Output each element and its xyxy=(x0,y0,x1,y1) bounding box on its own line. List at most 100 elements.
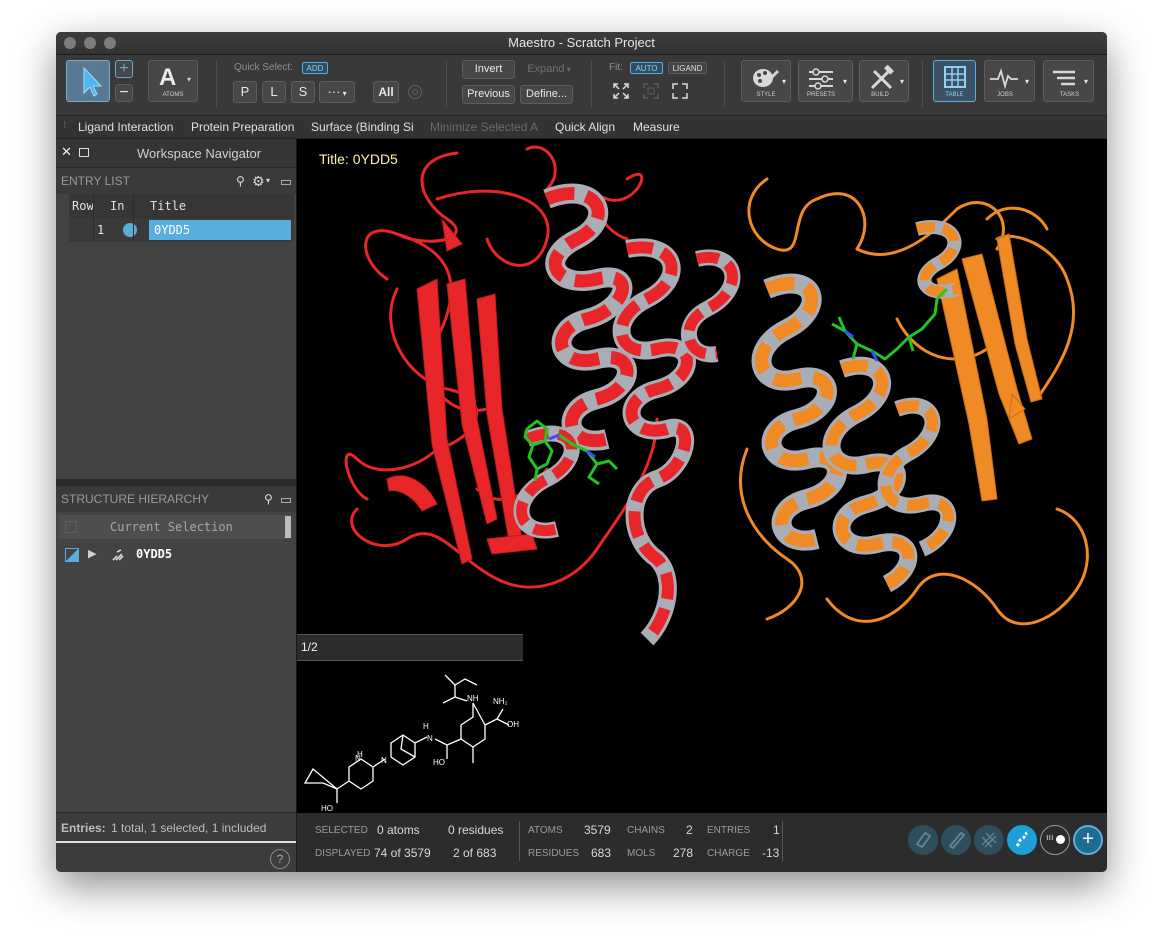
workspace-3d-view[interactable]: Title: 0YDD5 1/2 NH NH₂ OH N H HO N H N … xyxy=(297,139,1107,813)
svg-text:HO: HO xyxy=(433,758,445,767)
mesh-icon xyxy=(981,832,997,848)
quick-select-label: Quick Select: xyxy=(234,62,293,73)
presets-button[interactable]: ▾ PRESETS xyxy=(798,60,853,102)
structure-hierarchy-panel: Current Selection ▶ 0YDD5 xyxy=(56,512,296,812)
collapse-panel-icon[interactable] xyxy=(281,180,291,185)
status-bar: SELECTED 0 atoms 0 residues DISPLAYED 74… xyxy=(297,813,1107,872)
help-button[interactable]: ? xyxy=(270,849,290,869)
in-column-header[interactable]: In xyxy=(110,199,124,213)
minimize-selected-atoms-button[interactable]: Minimize Selected A xyxy=(430,120,538,134)
current-selection-row[interactable]: Current Selection xyxy=(59,515,291,539)
table-row[interactable]: 1 0YDD5 xyxy=(69,218,294,242)
add-selection-button[interactable]: + xyxy=(115,60,133,78)
dropdown-chevron-icon: ▾ xyxy=(843,77,848,86)
search-icon[interactable]: ⚲ xyxy=(264,486,273,512)
expand-label: Expand xyxy=(527,63,565,75)
atoms-value: 3579 xyxy=(584,823,611,837)
expand-triangle-icon[interactable]: ▶ xyxy=(88,547,96,560)
selected-atoms-value: 0 atoms xyxy=(377,823,420,837)
style-button[interactable]: ▾ STYLE xyxy=(741,60,791,102)
invert-selection-button[interactable]: Invert xyxy=(462,60,515,79)
add-representation-button[interactable]: + xyxy=(1073,825,1103,855)
tasks-button[interactable]: ▾ TASKS xyxy=(1043,60,1094,102)
navigator-header: ✕ Workspace Navigator xyxy=(56,139,296,168)
add-mode-toggle[interactable]: ADD xyxy=(302,62,328,74)
ligand-structure-drawing: NH NH₂ OH N H HO N H N HO xyxy=(303,674,519,813)
build-button[interactable]: ▾ BUILD xyxy=(859,60,909,102)
label-tag-button[interactable] xyxy=(908,825,938,855)
quick-select-solvent-button[interactable]: S xyxy=(291,81,315,103)
more-dots-label: ··· xyxy=(327,84,341,99)
build-label: BUILD xyxy=(871,92,889,98)
table-grid-icon xyxy=(944,66,966,88)
svg-text:OH: OH xyxy=(507,720,519,729)
more-options-button[interactable]: ııı xyxy=(1040,825,1070,855)
collapse-panel-icon[interactable] xyxy=(281,498,291,503)
activity-monitor-icon xyxy=(990,68,1018,90)
jobs-button[interactable]: ▾ JOBS xyxy=(984,60,1035,102)
search-icon[interactable]: ⚲ xyxy=(236,168,245,194)
plus-icon: + xyxy=(1082,828,1094,850)
expand-selection-button[interactable]: Expand ▾ xyxy=(520,60,578,79)
ligand-2d-panel[interactable]: 1/2 NH NH₂ OH N H HO N H N HO xyxy=(297,634,523,813)
fit-all-icon[interactable] xyxy=(612,82,630,100)
half-included-icon[interactable] xyxy=(65,548,79,562)
window-title: Maestro - Scratch Project xyxy=(508,35,655,50)
select-tool-button[interactable] xyxy=(66,60,110,102)
atoms-button[interactable]: A ▾ ATOMS xyxy=(148,60,198,102)
fit-auto-toggle[interactable]: AUTO xyxy=(630,62,663,74)
ruler-button[interactable] xyxy=(941,825,971,855)
fit-selection-icon[interactable] xyxy=(642,82,660,100)
hammer-wrench-icon xyxy=(870,64,894,90)
entry-list-panel: Row In Title 1 0YDD5 xyxy=(56,194,296,479)
surface-binding-site-button[interactable]: Surface (Binding Si xyxy=(311,120,414,134)
displayed-residues-value: 2 of 683 xyxy=(453,846,497,860)
previous-selection-button[interactable]: Previous xyxy=(462,85,515,104)
close-panel-icon[interactable]: ✕ xyxy=(61,144,72,160)
help-label: ? xyxy=(276,852,284,866)
ribbon-toggle-button[interactable] xyxy=(1007,825,1037,855)
favorites-bar: ⁝ Ligand Interaction Protein Preparation… xyxy=(56,116,1107,139)
ruler-icon xyxy=(948,831,966,850)
fit-label: Fit: xyxy=(609,62,623,73)
select-all-button[interactable]: All xyxy=(373,81,399,103)
fit-ligand-toggle[interactable]: LIGAND xyxy=(668,62,707,74)
protein-preparation-button[interactable]: Protein Preparation xyxy=(191,120,294,134)
chevron-down-icon[interactable]: ▾ xyxy=(266,168,270,194)
atoms-label: ATOMS xyxy=(528,825,563,836)
mols-label: MOLS xyxy=(627,848,656,859)
gear-icon[interactable]: ⚙ xyxy=(252,168,265,194)
ligand-interaction-button[interactable]: Ligand Interaction xyxy=(78,120,173,134)
title-column-header[interactable]: Title xyxy=(150,199,186,213)
quick-select-protein-button[interactable]: P xyxy=(233,81,257,103)
chains-label: CHAINS xyxy=(627,825,665,836)
charge-value: -13 xyxy=(762,846,780,860)
selected-residues-value: 0 residues xyxy=(448,823,504,837)
hierarchy-row[interactable]: ▶ 0YDD5 xyxy=(59,544,291,566)
quick-select-ligand-button[interactable]: L xyxy=(262,81,286,103)
quick-select-more-button[interactable]: ··· ▾ xyxy=(319,81,355,103)
fit-workspace-icon[interactable] xyxy=(671,82,689,100)
surface-mesh-button[interactable] xyxy=(974,825,1004,855)
define-selection-button[interactable]: Define... xyxy=(520,85,573,104)
detach-panel-icon[interactable] xyxy=(79,148,89,157)
svg-text:NH₂: NH₂ xyxy=(493,697,508,706)
remove-selection-button[interactable]: − xyxy=(115,84,133,102)
quick-align-button[interactable]: Quick Align xyxy=(555,120,615,134)
target-icon[interactable] xyxy=(408,85,422,99)
plus-icon: + xyxy=(119,60,129,77)
svg-text:N: N xyxy=(427,734,433,743)
dropdown-chevron-icon: ▾ xyxy=(187,75,192,84)
scrollbar-thumb[interactable] xyxy=(285,516,291,538)
measure-button[interactable]: Measure xyxy=(633,120,680,134)
table-button[interactable]: TABLE xyxy=(933,60,976,102)
dropdown-chevron-icon: ▾ xyxy=(1025,77,1030,86)
atoms-label: ATOMS xyxy=(162,92,184,98)
row-column-header[interactable]: Row xyxy=(72,199,94,213)
included-indicator[interactable] xyxy=(123,223,137,237)
selected-label: SELECTED xyxy=(315,825,368,836)
entry-title-cell[interactable]: 0YDD5 xyxy=(149,220,291,240)
checkbox[interactable] xyxy=(65,521,77,533)
sliders-icon xyxy=(809,68,833,90)
svg-text:N: N xyxy=(355,754,361,763)
